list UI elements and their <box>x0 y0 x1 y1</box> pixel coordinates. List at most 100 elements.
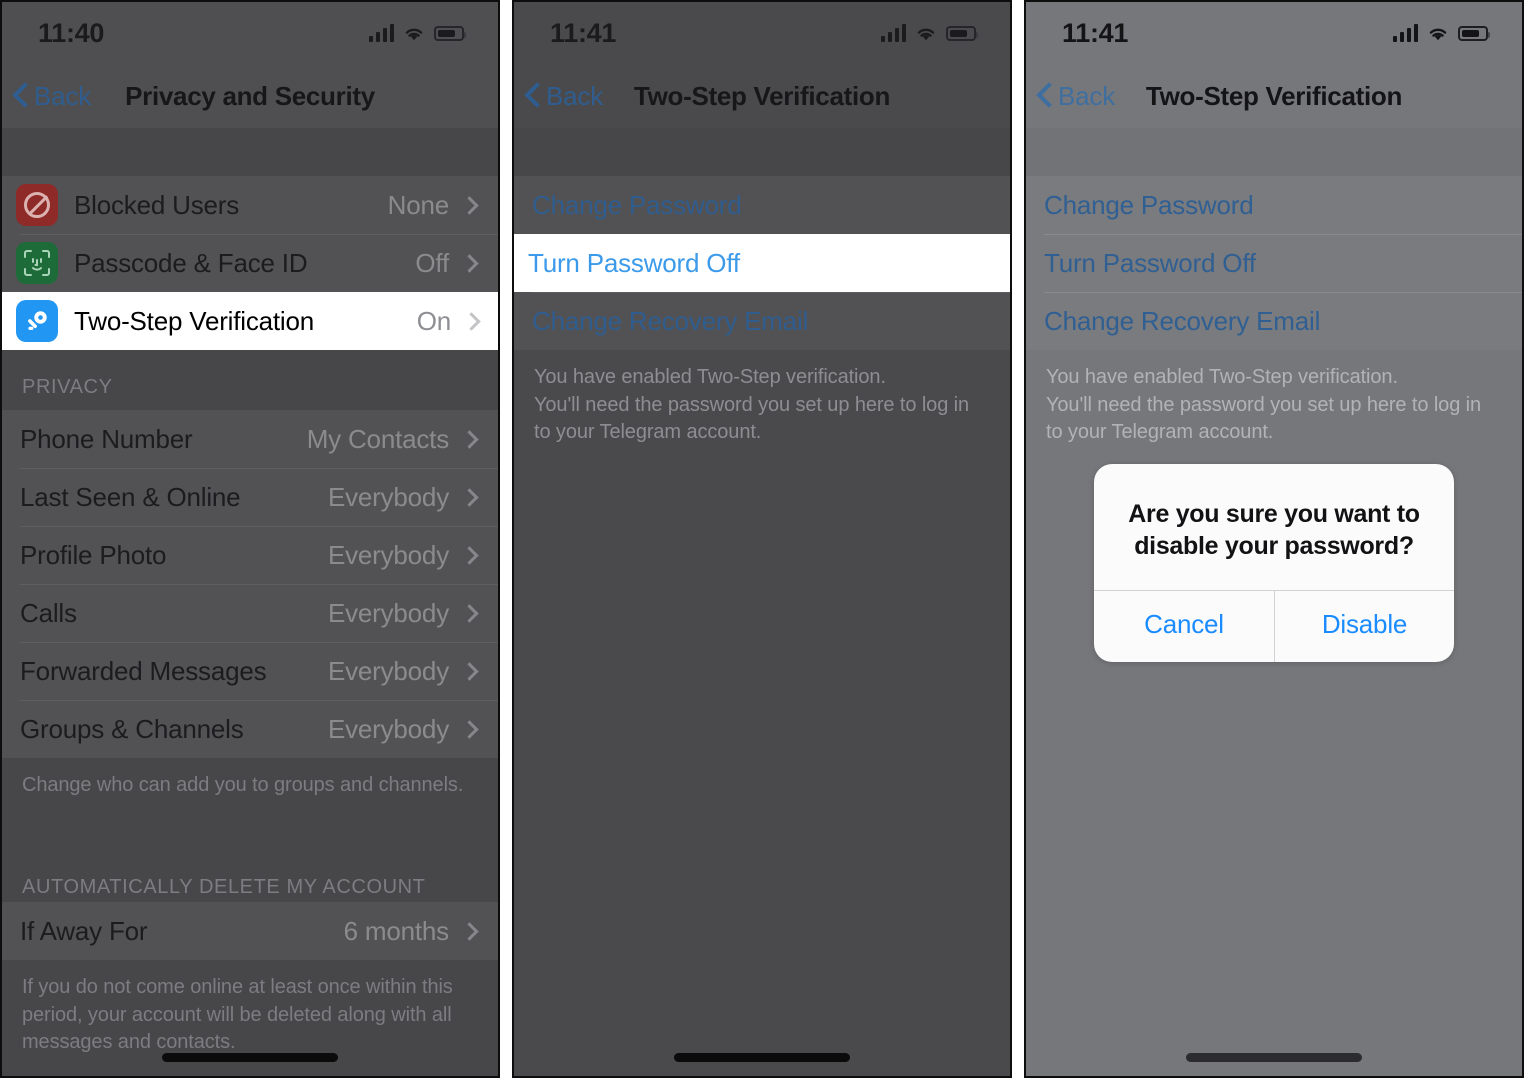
delete-footnote: If you do not come online at least once … <box>22 976 453 1054</box>
home-indicator[interactable] <box>674 1053 850 1062</box>
chevron-right-icon <box>460 195 479 215</box>
alert-button-row: Cancel Disable <box>1094 590 1454 662</box>
cellular-bars-icon <box>880 24 906 42</box>
nav-bar: Back Two-Step Verification <box>514 64 1010 128</box>
status-bar-time: 11:41 <box>550 17 617 48</box>
row-label: Profile Photo <box>20 539 167 570</box>
row-label: Blocked Users <box>74 189 240 220</box>
battery-icon <box>434 25 466 41</box>
panel-gap <box>1012 0 1024 1078</box>
delete-group: If Away For 6 months <box>2 902 498 960</box>
cellular-bars-icon <box>368 24 394 42</box>
chevron-left-icon <box>14 83 29 109</box>
link-change-recovery-email[interactable]: Change Recovery Email <box>1026 292 1522 350</box>
link-change-recovery-email[interactable]: Change Recovery Email <box>514 292 1010 350</box>
row-value: None <box>387 189 450 220</box>
privacy-footnote: Change who can add you to groups and cha… <box>22 774 464 796</box>
home-indicator[interactable] <box>1186 1053 1362 1062</box>
two-step-actions-group: Change Password Turn Password Off Change… <box>1026 176 1522 350</box>
row-label: Two-Step Verification <box>74 305 315 336</box>
row-if-away-for[interactable]: If Away For 6 months <box>2 902 498 960</box>
two-step-key-icon <box>16 300 58 342</box>
two-step-footnote: You have enabled Two-Step verification. … <box>1046 366 1482 444</box>
row-two-step-verification[interactable]: Two-Step Verification On <box>2 292 498 350</box>
home-indicator[interactable] <box>162 1053 338 1062</box>
link-turn-password-off[interactable]: Turn Password Off <box>514 234 1010 292</box>
phone-panel-privacy-security: 11:40 Back Privacy and Security Blocked … <box>0 0 500 1078</box>
section-spacer <box>514 128 1010 176</box>
privacy-section-header: PRIVACY <box>22 376 113 398</box>
panel-gap <box>500 0 512 1078</box>
two-step-scroll-area[interactable]: Change Password Turn Password Off Change… <box>1026 128 1522 447</box>
row-last-seen-online[interactable]: Last Seen & Online Everybody <box>2 468 498 526</box>
disable-button[interactable]: Disable <box>1274 591 1454 662</box>
privacy-group: Phone Number My Contacts Last Seen & Onl… <box>2 410 498 758</box>
row-value: Everybody <box>327 713 449 744</box>
cancel-button[interactable]: Cancel <box>1094 591 1274 662</box>
disable-password-alert: Are you sure you want to disable your pa… <box>1094 464 1454 662</box>
status-bar: 11:40 <box>2 2 498 64</box>
row-label: Groups & Channels <box>20 713 244 744</box>
face-id-icon <box>16 242 58 284</box>
status-bar: 11:41 <box>1026 2 1522 64</box>
status-bar-icons <box>880 24 978 42</box>
back-button-label: Back <box>1058 80 1116 111</box>
row-groups-channels[interactable]: Groups & Channels Everybody <box>2 700 498 758</box>
chevron-right-icon <box>460 429 479 449</box>
chevron-left-icon <box>526 83 541 109</box>
row-value: On <box>416 305 451 336</box>
row-forwarded-messages[interactable]: Forwarded Messages Everybody <box>2 642 498 700</box>
row-value: Everybody <box>327 539 449 570</box>
two-step-actions-group: Change Password Turn Password Off Change… <box>514 176 1010 350</box>
chevron-right-icon <box>460 487 479 507</box>
row-profile-photo[interactable]: Profile Photo Everybody <box>2 526 498 584</box>
chevron-right-icon <box>460 921 479 941</box>
two-step-scroll-area[interactable]: Change Password Turn Password Off Change… <box>514 128 1010 447</box>
row-value: Everybody <box>327 655 449 686</box>
chevron-right-icon <box>460 719 479 739</box>
wifi-icon <box>1429 28 1447 40</box>
row-label: Passcode & Face ID <box>74 247 308 278</box>
row-value: Everybody <box>327 481 449 512</box>
alert-title: Are you sure you want to disable your pa… <box>1128 500 1420 560</box>
security-group: Blocked Users None Passcode & Face ID Of… <box>2 176 498 350</box>
chevron-right-icon <box>460 661 479 681</box>
settings-scroll-area[interactable]: Blocked Users None Passcode & Face ID Of… <box>2 128 498 1076</box>
chevron-left-icon <box>1038 83 1053 109</box>
status-bar-icons <box>1392 24 1490 42</box>
link-change-password[interactable]: Change Password <box>514 176 1010 234</box>
cellular-bars-icon <box>1392 24 1418 42</box>
three-panel-screenshot: 11:40 Back Privacy and Security Blocked … <box>0 0 1524 1078</box>
back-button[interactable]: Back <box>2 81 91 112</box>
nav-bar: Back Two-Step Verification <box>1026 64 1522 128</box>
row-label: Phone Number <box>20 423 193 454</box>
delete-section-header-wrap: AUTOMATICALLY DELETE MY ACCOUNT <box>2 854 498 902</box>
row-label: Last Seen & Online <box>20 481 241 512</box>
row-passcode-face-id[interactable]: Passcode & Face ID Off <box>2 234 498 292</box>
back-button[interactable]: Back <box>514 81 603 112</box>
row-value: Everybody <box>327 597 449 628</box>
row-blocked-users[interactable]: Blocked Users None <box>2 176 498 234</box>
status-bar-icons <box>368 24 466 42</box>
privacy-footnote-wrap: Change who can add you to groups and cha… <box>2 758 498 854</box>
battery-icon <box>946 25 978 41</box>
wifi-icon <box>405 28 423 40</box>
phone-panel-two-step-list: 11:41 Back Two-Step Verification Change … <box>512 0 1012 1078</box>
row-phone-number[interactable]: Phone Number My Contacts <box>2 410 498 468</box>
row-calls[interactable]: Calls Everybody <box>2 584 498 642</box>
status-bar-time: 11:41 <box>1062 17 1129 48</box>
nav-bar: Back Privacy and Security <box>2 64 498 128</box>
back-button[interactable]: Back <box>1026 81 1115 112</box>
battery-icon <box>1458 25 1490 41</box>
row-label: Forwarded Messages <box>20 655 267 686</box>
back-button-label: Back <box>34 80 92 111</box>
link-change-password[interactable]: Change Password <box>1026 176 1522 234</box>
status-bar: 11:41 <box>514 2 1010 64</box>
row-value: 6 months <box>343 915 450 946</box>
chevron-right-icon <box>460 253 479 273</box>
link-turn-password-off[interactable]: Turn Password Off <box>1026 234 1522 292</box>
back-button-label: Back <box>546 80 604 111</box>
chevron-right-icon <box>460 603 479 623</box>
two-step-footnote: You have enabled Two-Step verification. … <box>534 366 970 444</box>
wifi-icon <box>917 28 935 40</box>
